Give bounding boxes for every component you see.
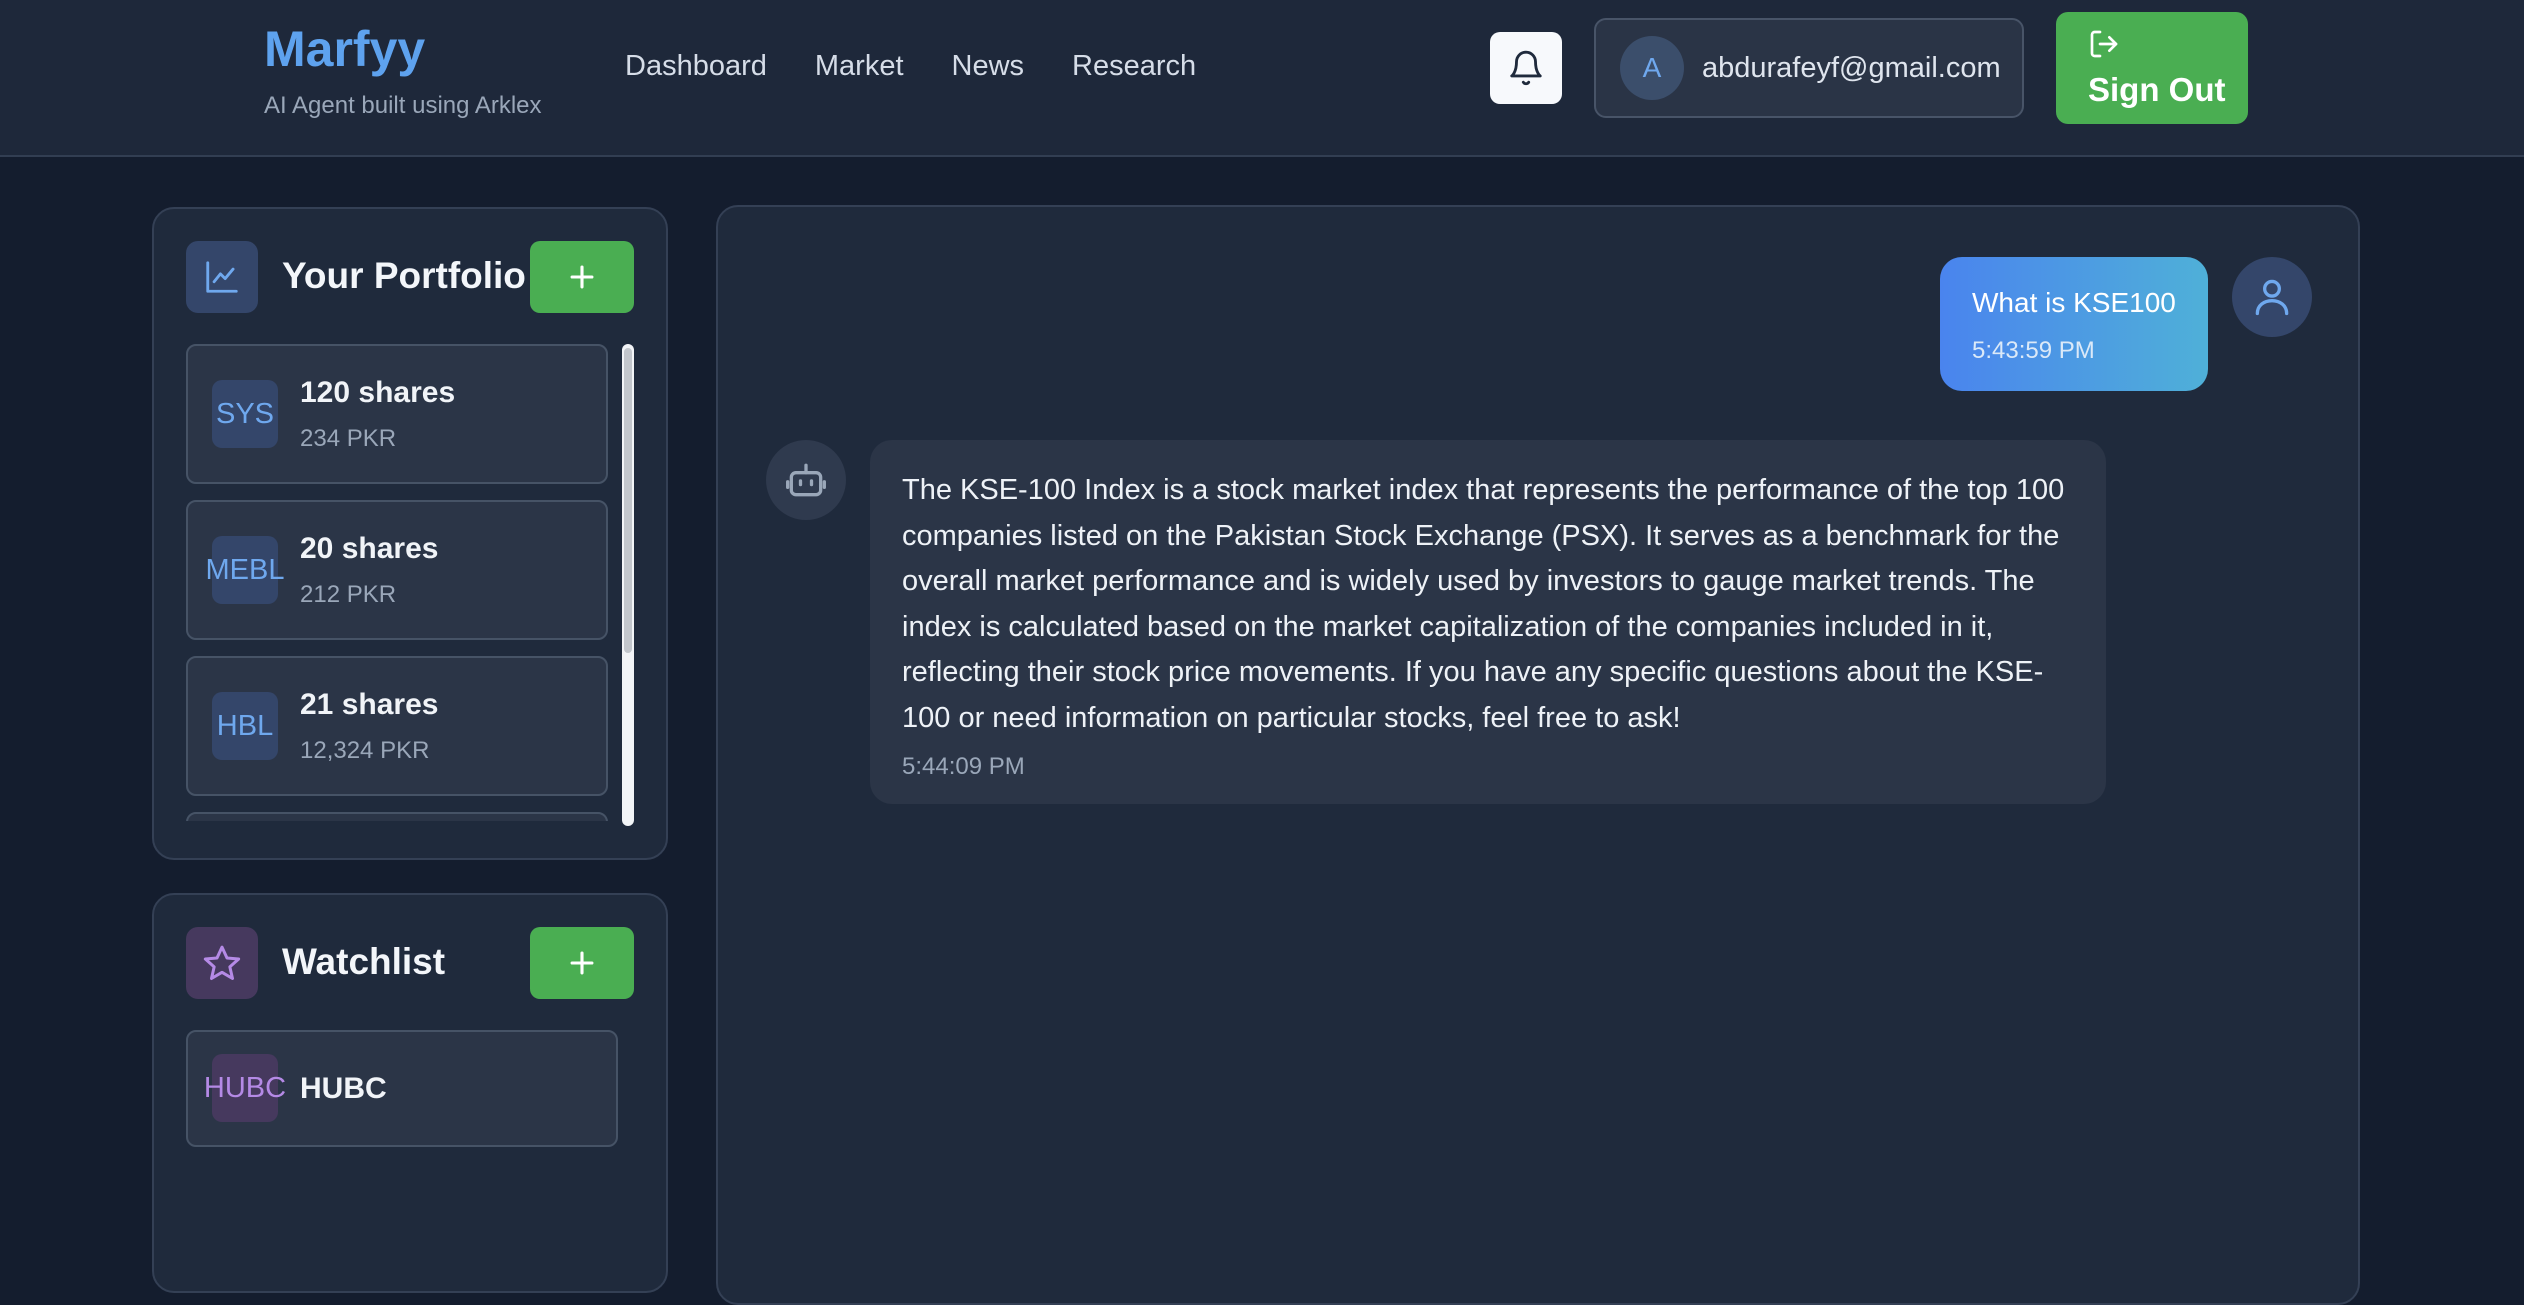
watchlist-item[interactable]: HUBC HUBC [186, 1030, 618, 1147]
portfolio-title: Your Portfolio [282, 255, 526, 296]
sign-out-label: Sign Out [2088, 71, 2226, 108]
plus-icon [570, 951, 594, 975]
holding-value: 12,324 PKR [300, 737, 430, 764]
user-message-time: 5:43:59 PM [1972, 337, 2095, 364]
brand: Marfyy AI Agent built using Arklex [264, 20, 542, 120]
nav-research[interactable]: Research [1072, 50, 1196, 83]
ticker-badge: HUBC [204, 1054, 286, 1122]
user-account-box[interactable]: A abdurafeyf@gmail.com [1594, 18, 2024, 118]
user-icon [2255, 279, 2289, 316]
sign-out-button[interactable]: Sign Out [2056, 12, 2248, 124]
bot-icon [786, 463, 826, 497]
holdings-scrollbar[interactable] [622, 344, 634, 826]
scrollbar-thumb[interactable] [624, 348, 632, 653]
add-watchlist-button[interactable] [530, 927, 634, 999]
holding-value: 234 PKR [300, 425, 397, 452]
bot-message-bubble: The KSE-100 Index is a stock market inde… [870, 440, 2106, 804]
star-icon [203, 945, 241, 980]
portfolio-panel: Your Portfolio SYS 120 shares 234 PKR ME… [152, 207, 668, 860]
nav-market[interactable]: Market [815, 50, 904, 83]
user-message-bubble: What is KSE100 5:43:59 PM [1940, 257, 2208, 391]
holding-card-partial[interactable] [186, 812, 608, 821]
holding-shares: 21 shares [300, 688, 439, 721]
holding-value: 212 PKR [300, 581, 397, 608]
notifications-button[interactable] [1490, 32, 1562, 104]
bot-message-text: The KSE-100 Index is a stock market inde… [902, 474, 2065, 734]
chart-line-icon [206, 261, 238, 293]
plus-icon [570, 265, 594, 289]
top-header: Marfyy AI Agent built using Arklex Dashb… [0, 0, 2524, 157]
holding-shares: 120 shares [300, 376, 456, 409]
ticker-badge: SYS [212, 380, 278, 448]
brand-subtitle: AI Agent built using Arklex [264, 92, 542, 119]
nav-news[interactable]: News [952, 50, 1025, 83]
watchlist-title: Watchlist [282, 941, 446, 982]
ticker-badge: MEBL [206, 536, 285, 604]
avatar: A [1620, 36, 1684, 100]
bot-avatar [766, 440, 846, 520]
holding-card[interactable]: MEBL 20 shares 212 PKR [186, 500, 608, 640]
watchlist-icon-box [186, 927, 258, 999]
watchlist-panel: Watchlist HUBC HUBC [152, 893, 668, 1293]
bell-icon [1510, 50, 1542, 86]
chat-panel: What is KSE100 5:43:59 PM The KSE-100 In… [716, 205, 2360, 1305]
log-out-icon [2090, 30, 2118, 58]
user-email: abdurafeyf@gmail.com [1702, 51, 2001, 84]
user-message-text: What is KSE100 [1972, 287, 2176, 318]
portfolio-icon-box [186, 241, 258, 313]
nav-dashboard[interactable]: Dashboard [625, 50, 767, 83]
holding-shares: 20 shares [300, 532, 439, 565]
main-nav: Dashboard Market News Research [625, 50, 1196, 83]
user-avatar [2232, 257, 2312, 337]
holdings-list[interactable]: SYS 120 shares 234 PKR MEBL 20 shares 21… [186, 344, 608, 821]
holding-card[interactable]: SYS 120 shares 234 PKR [186, 344, 608, 484]
add-holding-button[interactable] [530, 241, 634, 313]
bot-message-time: 5:44:09 PM [902, 753, 1025, 780]
brand-title[interactable]: Marfyy [264, 20, 542, 78]
ticker-badge: HBL [212, 692, 278, 760]
watchlist-item-name: HUBC [300, 1072, 387, 1105]
holding-card[interactable]: HBL 21 shares 12,324 PKR [186, 656, 608, 796]
